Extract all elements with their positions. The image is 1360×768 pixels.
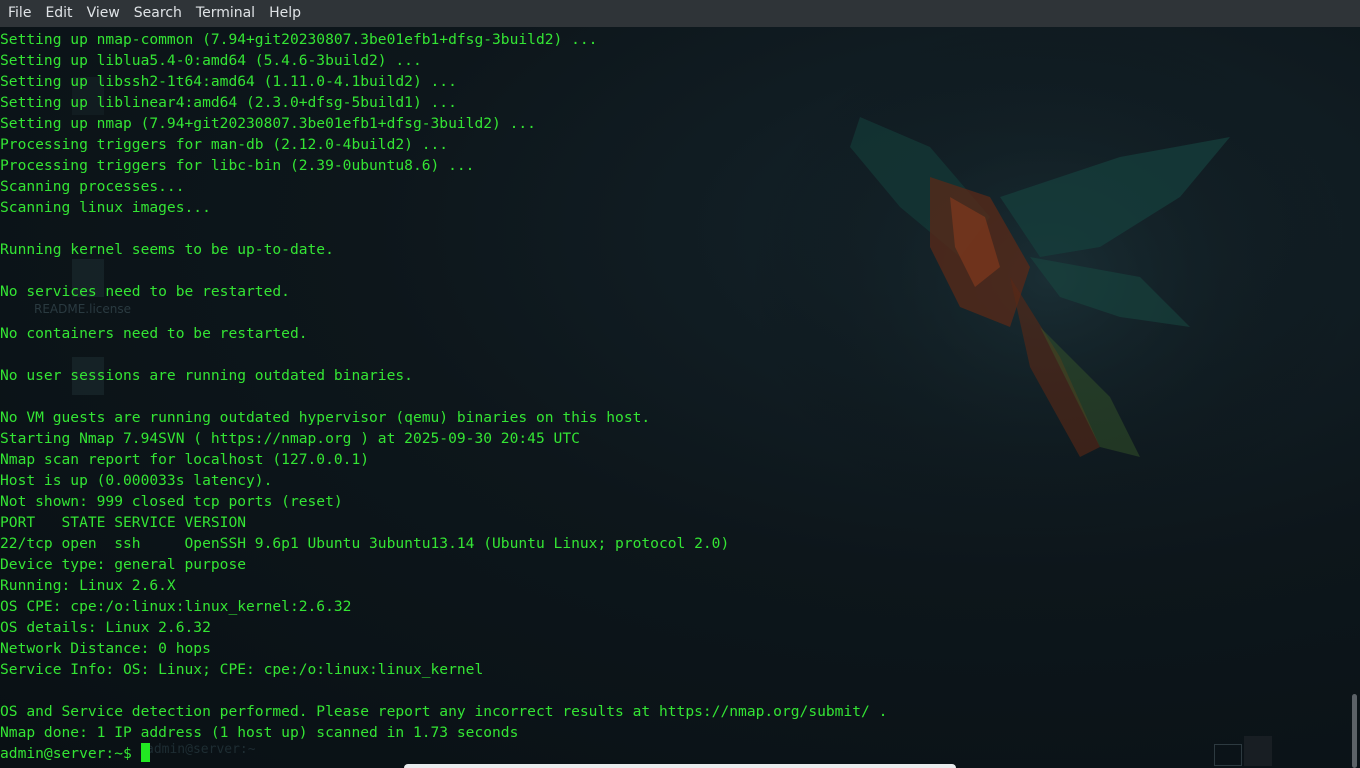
terminal-scrollbar[interactable] <box>1348 27 1360 768</box>
menu-bar: File Edit View Search Terminal Help <box>0 0 1360 27</box>
terminal-line: Nmap scan report for localhost (127.0.0.… <box>0 450 370 468</box>
terminal-line: Setting up libssh2-1t64:amd64 (1.11.0-4.… <box>0 72 457 90</box>
terminal-line: OS CPE: cpe:/o:linux:linux_kernel:2.6.32 <box>0 597 352 615</box>
terminal-line: Running: Linux 2.6.X <box>0 576 176 594</box>
terminal-line: Setting up nmap-common (7.94+git20230807… <box>0 30 598 48</box>
terminal-window: File Edit View Search Terminal Help READ… <box>0 0 1360 768</box>
terminal-line: OS and Service detection performed. Plea… <box>0 702 888 720</box>
terminal-line: Service Info: OS: Linux; CPE: cpe:/o:lin… <box>0 660 484 678</box>
shell-prompt: admin@server:~$ <box>0 744 141 762</box>
terminal-line: Host is up (0.000033s latency). <box>0 471 273 489</box>
terminal-line: Device type: general purpose <box>0 555 247 573</box>
terminal-line: Processing triggers for man-db (2.12.0-4… <box>0 135 449 153</box>
terminal-line: Scanning linux images... <box>0 198 211 216</box>
terminal-line: Starting Nmap 7.94SVN ( https://nmap.org… <box>0 429 580 447</box>
terminal-line: No VM guests are running outdated hyperv… <box>0 408 651 426</box>
menu-file[interactable]: File <box>2 0 39 27</box>
scrollbar-thumb[interactable] <box>1352 694 1357 768</box>
menu-edit[interactable]: Edit <box>39 0 80 27</box>
terminal-line: Network Distance: 0 hops <box>0 639 211 657</box>
terminal-line: No services need to be restarted. <box>0 282 290 300</box>
terminal-line: Processing triggers for libc-bin (2.39-0… <box>0 156 475 174</box>
terminal-line: Scanning processes... <box>0 177 185 195</box>
terminal-output[interactable]: Setting up nmap-common (7.94+git20230807… <box>0 27 1348 768</box>
terminal-line: OS details: Linux 2.6.32 <box>0 618 211 636</box>
terminal-line: Running kernel seems to be up-to-date. <box>0 240 334 258</box>
terminal-line: PORT STATE SERVICE VERSION <box>0 513 247 531</box>
taskbar-edge <box>404 764 956 768</box>
terminal-line: 22/tcp open ssh OpenSSH 9.6p1 Ubuntu 3ub… <box>0 534 730 552</box>
menu-view[interactable]: View <box>81 0 128 27</box>
terminal-line: Not shown: 999 closed tcp ports (reset) <box>0 492 343 510</box>
menu-terminal[interactable]: Terminal <box>190 0 263 27</box>
terminal-line: No user sessions are running outdated bi… <box>0 366 413 384</box>
terminal-line: Nmap done: 1 IP address (1 host up) scan… <box>0 723 519 741</box>
terminal-line: No containers need to be restarted. <box>0 324 308 342</box>
terminal-line: Setting up liblua5.4-0:amd64 (5.4.6-3bui… <box>0 51 422 69</box>
terminal-line: Setting up liblinear4:amd64 (2.3.0+dfsg-… <box>0 93 457 111</box>
terminal-line: Setting up nmap (7.94+git20230807.3be01e… <box>0 114 536 132</box>
menu-search[interactable]: Search <box>128 0 190 27</box>
text-cursor <box>140 742 150 762</box>
menu-help[interactable]: Help <box>263 0 309 27</box>
terminal-prompt-line[interactable]: admin@server:~$ <box>0 742 1348 764</box>
